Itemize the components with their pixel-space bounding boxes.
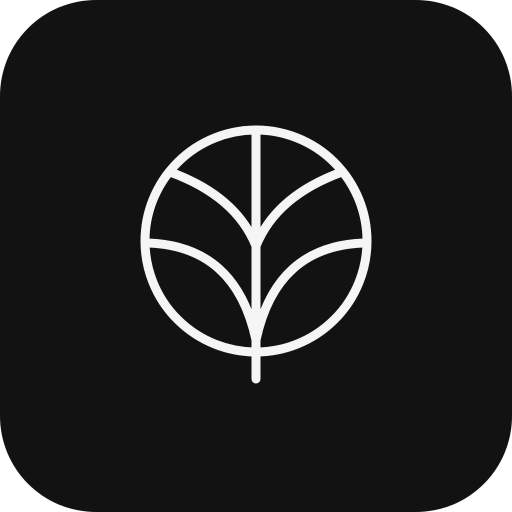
logo-upper-left-arc xyxy=(165,167,261,251)
app-icon[interactable] xyxy=(0,0,512,512)
logo-upper-right-arc xyxy=(251,167,347,251)
leaf-in-circle-icon xyxy=(140,125,372,384)
logo-lower-left-arc xyxy=(143,238,261,345)
logo-lower-right-arc xyxy=(251,238,369,345)
